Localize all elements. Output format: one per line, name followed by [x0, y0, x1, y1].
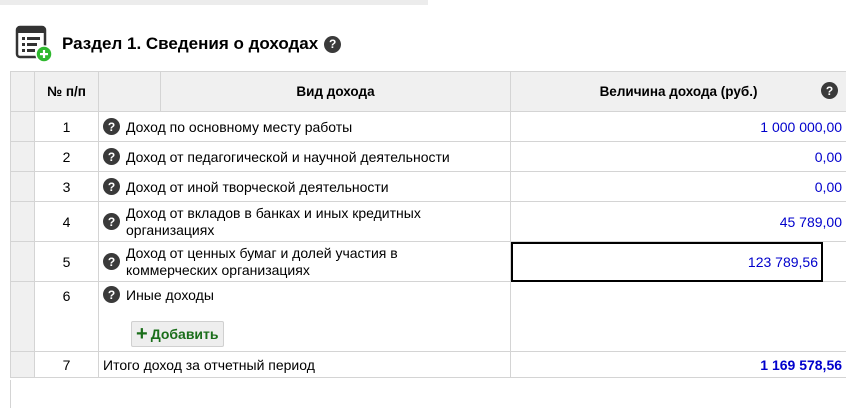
help-icon[interactable]: ? [324, 35, 342, 53]
help-icon[interactable]: ? [103, 286, 120, 303]
table-row: 2 ? Доход от педагогической и научной дея… [10, 141, 846, 172]
row-gutter [10, 241, 35, 282]
plus-icon: + [136, 323, 148, 345]
total-row: 7 Итого доход за отчетный период 1 169 5… [10, 351, 846, 378]
income-value-cell[interactable]: 0,00 [509, 141, 846, 172]
table-left-border [10, 380, 11, 408]
income-kind-cell: ? Иные доходы + Добавить [98, 281, 511, 352]
row-number: 7 [34, 351, 99, 378]
header-kind-spacer [98, 71, 161, 112]
header-value-label: Величина дохода (руб.) [599, 84, 758, 99]
header-kind: Вид дохода [160, 71, 511, 112]
income-kind-cell: ? Доход от иной творческой деятельности [98, 171, 511, 202]
income-kind-label: Иные доходы [126, 286, 214, 303]
row-gutter [10, 71, 35, 112]
income-value-cell[interactable]: 0,00 [509, 171, 846, 202]
income-value-cell[interactable]: 45 789,00 [509, 201, 846, 242]
row-number: 5 [34, 241, 99, 282]
income-value-cell[interactable]: 1 000 000,00 [509, 111, 846, 142]
row-number: 2 [34, 141, 99, 172]
add-other-income-button[interactable]: + Добавить [131, 321, 224, 347]
income-table: № п/п Вид дохода Величина дохода (руб.) … [10, 71, 846, 378]
top-bar [0, 0, 428, 5]
income-kind-cell: ? Доход от вкладов в банках и иных кредит… [98, 201, 511, 242]
income-value-cell-selected[interactable]: 123 789,56 [510, 241, 823, 282]
help-icon[interactable]: ? [103, 148, 120, 165]
table-row: 1 ? Доход по основному месту работы 1 000… [10, 111, 846, 142]
row-gutter [10, 281, 35, 352]
row-gutter [10, 141, 35, 172]
help-icon[interactable]: ? [821, 82, 839, 99]
total-label: Итого доход за отчетный период [98, 351, 511, 378]
section-header: Раздел 1. Сведения о доходах ? [14, 22, 342, 66]
help-icon[interactable]: ? [103, 178, 120, 195]
row-number: 4 [34, 201, 99, 242]
row-trailer [821, 241, 846, 282]
section-title: Раздел 1. Сведения о доходах [62, 34, 319, 53]
income-kind-label: Доход от педагогической и научной деятел… [126, 148, 450, 165]
other-income-value-cell [509, 281, 846, 352]
help-icon[interactable]: ? [103, 253, 120, 270]
row-number: 6 [34, 281, 99, 352]
income-kind-label: Доход от вкладов в банках и иных кредитн… [126, 204, 421, 238]
row-gutter [10, 111, 35, 142]
income-kind-cell: ? Доход от педагогической и научной деяте… [98, 141, 511, 172]
row-gutter [10, 201, 35, 242]
document-list-add-icon [14, 24, 54, 64]
header-num: № п/п [34, 71, 99, 112]
table-row: 4 ? Доход от вкладов в банках и иных кред… [10, 201, 846, 242]
row-gutter [10, 351, 35, 378]
income-kind-label: Доход по основному месту работы [126, 118, 353, 135]
row-gutter [10, 171, 35, 202]
table-header-row: № п/п Вид дохода Величина дохода (руб.) … [10, 71, 846, 112]
income-kind-cell: ? Доход по основному месту работы [98, 111, 511, 142]
header-value: Величина дохода (руб.) ? [509, 71, 846, 112]
table-row: 5 ? Доход от ценных бумаг и долей участия… [10, 241, 846, 282]
income-kind-label: Доход от иной творческой деятельности [126, 178, 389, 195]
row-number: 1 [34, 111, 99, 142]
table-row: 3 ? Доход от иной творческой деятельности… [10, 171, 846, 202]
other-income-row: 6 ? Иные доходы + Добавить [10, 281, 846, 352]
help-icon[interactable]: ? [103, 213, 120, 230]
row-number: 3 [34, 171, 99, 202]
total-value: 1 169 578,56 [509, 351, 846, 378]
add-button-label: Добавить [150, 326, 219, 342]
help-icon[interactable]: ? [103, 118, 120, 135]
income-kind-label: Доход от ценных бумаг и долей участия в … [126, 244, 398, 278]
income-kind-cell: ? Доход от ценных бумаг и долей участия в… [98, 241, 511, 282]
